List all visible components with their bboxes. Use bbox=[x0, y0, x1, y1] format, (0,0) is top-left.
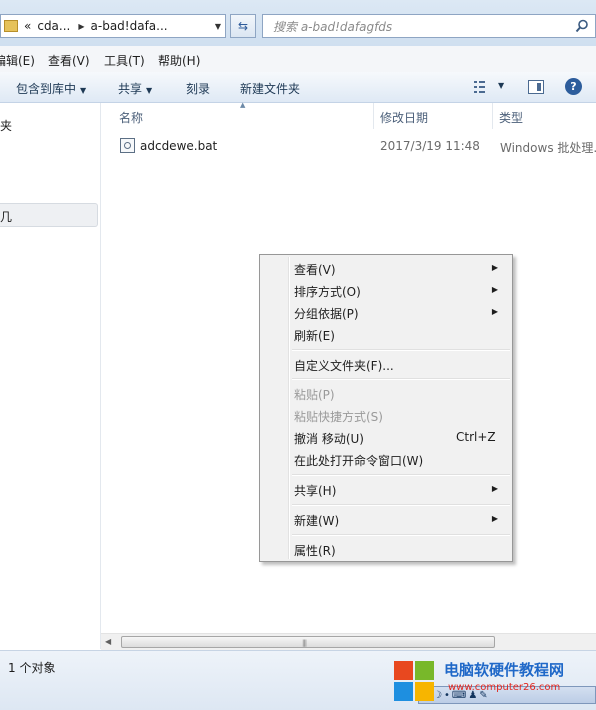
new-folder-button[interactable]: 新建文件夹 bbox=[240, 80, 300, 97]
menu-help[interactable]: 帮助(H) bbox=[158, 52, 200, 69]
menu-item-open-command-window[interactable]: 在此处打开命令窗口(W) bbox=[294, 449, 508, 469]
menu-item-label: 共享(H) bbox=[294, 484, 337, 498]
menu-item-undo-move[interactable]: 撤消 移动(U) Ctrl+Z bbox=[294, 427, 508, 447]
menu-separator bbox=[292, 534, 510, 536]
include-library-button[interactable]: 包含到库中 ▼ bbox=[16, 80, 86, 97]
chevron-down-icon: ▼ bbox=[80, 86, 87, 95]
menu-item-sort[interactable]: 排序方式(O) ▶ bbox=[294, 280, 508, 300]
share-button[interactable]: 共享 ▼ bbox=[118, 80, 152, 97]
nav-item[interactable]: 夹 bbox=[0, 117, 12, 134]
menu-item-share[interactable]: 共享(H) ▶ bbox=[294, 479, 508, 499]
column-header-date-label: 修改日期 bbox=[380, 111, 429, 125]
menu-tools[interactable]: 工具(T) bbox=[104, 52, 145, 69]
folder-icon bbox=[4, 20, 18, 32]
menu-item-label: 自定义文件夹(F)... bbox=[294, 359, 394, 373]
refresh-icon: ⇆ bbox=[237, 19, 249, 33]
menu-item-label: 刷新(E) bbox=[294, 329, 335, 343]
menu-item-paste[interactable]: 粘贴(P) bbox=[294, 383, 508, 403]
refresh-button[interactable]: ⇆ bbox=[230, 14, 256, 38]
menu-item-label: 分组依据(P) bbox=[294, 307, 359, 321]
menu-item-properties[interactable]: 属性(R) bbox=[294, 539, 508, 559]
scroll-left-icon[interactable]: ◀ bbox=[105, 637, 111, 646]
menu-item-label: 查看(V) bbox=[294, 263, 336, 277]
view-dropdown-icon[interactable]: ▼ bbox=[498, 81, 504, 90]
menu-separator bbox=[292, 378, 510, 380]
menu-item-label: 排序方式(O) bbox=[294, 285, 361, 299]
burn-button[interactable]: 刻录 bbox=[186, 80, 210, 97]
menu-separator bbox=[292, 504, 510, 506]
submenu-arrow-icon: ▶ bbox=[491, 263, 498, 272]
menu-item-customize-folder[interactable]: 自定义文件夹(F)... bbox=[294, 354, 508, 374]
grip-icon: ||| bbox=[302, 639, 307, 647]
breadcrumb-item[interactable]: cda... bbox=[37, 19, 70, 33]
breadcrumb-item-current[interactable]: a-bad!dafa... bbox=[91, 19, 168, 33]
menu-item-view[interactable]: 查看(V) ▶ bbox=[294, 258, 508, 278]
menu-edit[interactable]: 编辑(E) bbox=[0, 52, 35, 69]
submenu-arrow-icon: ▶ bbox=[491, 285, 498, 294]
watermark: 电脑软硬件教程网 www.computer26.com bbox=[390, 657, 596, 709]
watermark-title: 电脑软硬件教程网 bbox=[444, 661, 565, 679]
menu-separator bbox=[292, 349, 510, 351]
address-area: « cda... ▶ a-bad!dafa... ▼ ⇆ 搜索 a-bad!da… bbox=[0, 0, 596, 46]
nav-item-selected[interactable]: 几 bbox=[0, 203, 98, 227]
menu-separator bbox=[292, 474, 510, 476]
command-bar: 包含到库中 ▼ 共享 ▼ 刻录 新建文件夹 ▼ bbox=[0, 72, 596, 103]
scrollbar-thumb[interactable]: ||| bbox=[121, 636, 495, 648]
menu-view[interactable]: 查看(V) bbox=[48, 52, 90, 69]
context-menu: 查看(V) ▶ 排序方式(O) ▶ 分组依据(P) ▶ 刷新(E) 自定义文件夹… bbox=[259, 254, 513, 562]
chevron-down-icon: ▼ bbox=[146, 86, 153, 95]
submenu-arrow-icon: ▶ bbox=[491, 514, 498, 523]
menu-item-new[interactable]: 新建(W) ▶ bbox=[294, 509, 508, 529]
column-header-type[interactable]: 类型 bbox=[493, 103, 596, 129]
address-dropdown-icon[interactable]: ▼ bbox=[215, 22, 221, 31]
menu-item-label: 新建(W) bbox=[294, 514, 340, 528]
breadcrumb-chevron-icon[interactable]: ▶ bbox=[78, 22, 84, 31]
watermark-url: www.computer26.com bbox=[448, 682, 561, 693]
menu-item-label: 在此处打开命令窗口(W) bbox=[294, 454, 424, 468]
search-icon[interactable] bbox=[575, 19, 589, 33]
menu-item-label: 粘贴(P) bbox=[294, 388, 335, 402]
column-header-name-label: 名称 bbox=[119, 111, 144, 125]
preview-pane-icon[interactable] bbox=[528, 80, 544, 94]
file-row[interactable]: adcdewe.bat 2017/3/19 11:48 Windows 批处理.… bbox=[114, 136, 596, 158]
menu-bar: 编辑(E) 查看(V) 工具(T) 帮助(H) bbox=[0, 46, 596, 73]
file-name: adcdewe.bat bbox=[140, 139, 218, 153]
item-count: 1 个对象 bbox=[8, 661, 56, 675]
help-icon[interactable]: ? bbox=[565, 78, 582, 95]
horizontal-scrollbar[interactable]: ◀ ||| bbox=[101, 633, 596, 651]
menu-item-shortcut: Ctrl+Z bbox=[456, 430, 496, 444]
batch-file-icon bbox=[120, 138, 135, 153]
file-type: Windows 批处理... bbox=[500, 141, 596, 155]
menu-item-label: 粘贴快捷方式(S) bbox=[294, 410, 383, 424]
view-options-icon[interactable] bbox=[474, 81, 490, 93]
menu-item-refresh[interactable]: 刷新(E) bbox=[294, 324, 508, 344]
submenu-arrow-icon: ▶ bbox=[491, 484, 498, 493]
search-placeholder: 搜索 a-bad!dafagfds bbox=[273, 19, 393, 34]
menu-item-group[interactable]: 分组依据(P) ▶ bbox=[294, 302, 508, 322]
navigation-pane: 夹 几 bbox=[0, 103, 101, 649]
address-bar[interactable]: « cda... ▶ a-bad!dafa... ▼ bbox=[0, 14, 226, 38]
file-date: 2017/3/19 11:48 bbox=[380, 139, 480, 153]
menu-item-label: 撤消 移动(U) bbox=[294, 432, 364, 446]
column-header-name[interactable]: 名称 bbox=[101, 103, 373, 129]
nav-item-label: 几 bbox=[0, 210, 13, 224]
share-label: 共享 bbox=[118, 82, 143, 96]
include-library-label: 包含到库中 bbox=[16, 82, 77, 96]
submenu-arrow-icon: ▶ bbox=[491, 307, 498, 316]
windows-logo-icon bbox=[394, 661, 434, 701]
search-input[interactable]: 搜索 a-bad!dafagfds bbox=[262, 14, 596, 38]
menu-item-label: 属性(R) bbox=[294, 544, 336, 558]
column-header-date[interactable]: 修改日期 bbox=[374, 103, 492, 129]
menu-item-paste-shortcut[interactable]: 粘贴快捷方式(S) bbox=[294, 405, 508, 425]
column-header-type-label: 类型 bbox=[499, 111, 524, 125]
breadcrumb-overflow[interactable]: « bbox=[24, 19, 31, 33]
